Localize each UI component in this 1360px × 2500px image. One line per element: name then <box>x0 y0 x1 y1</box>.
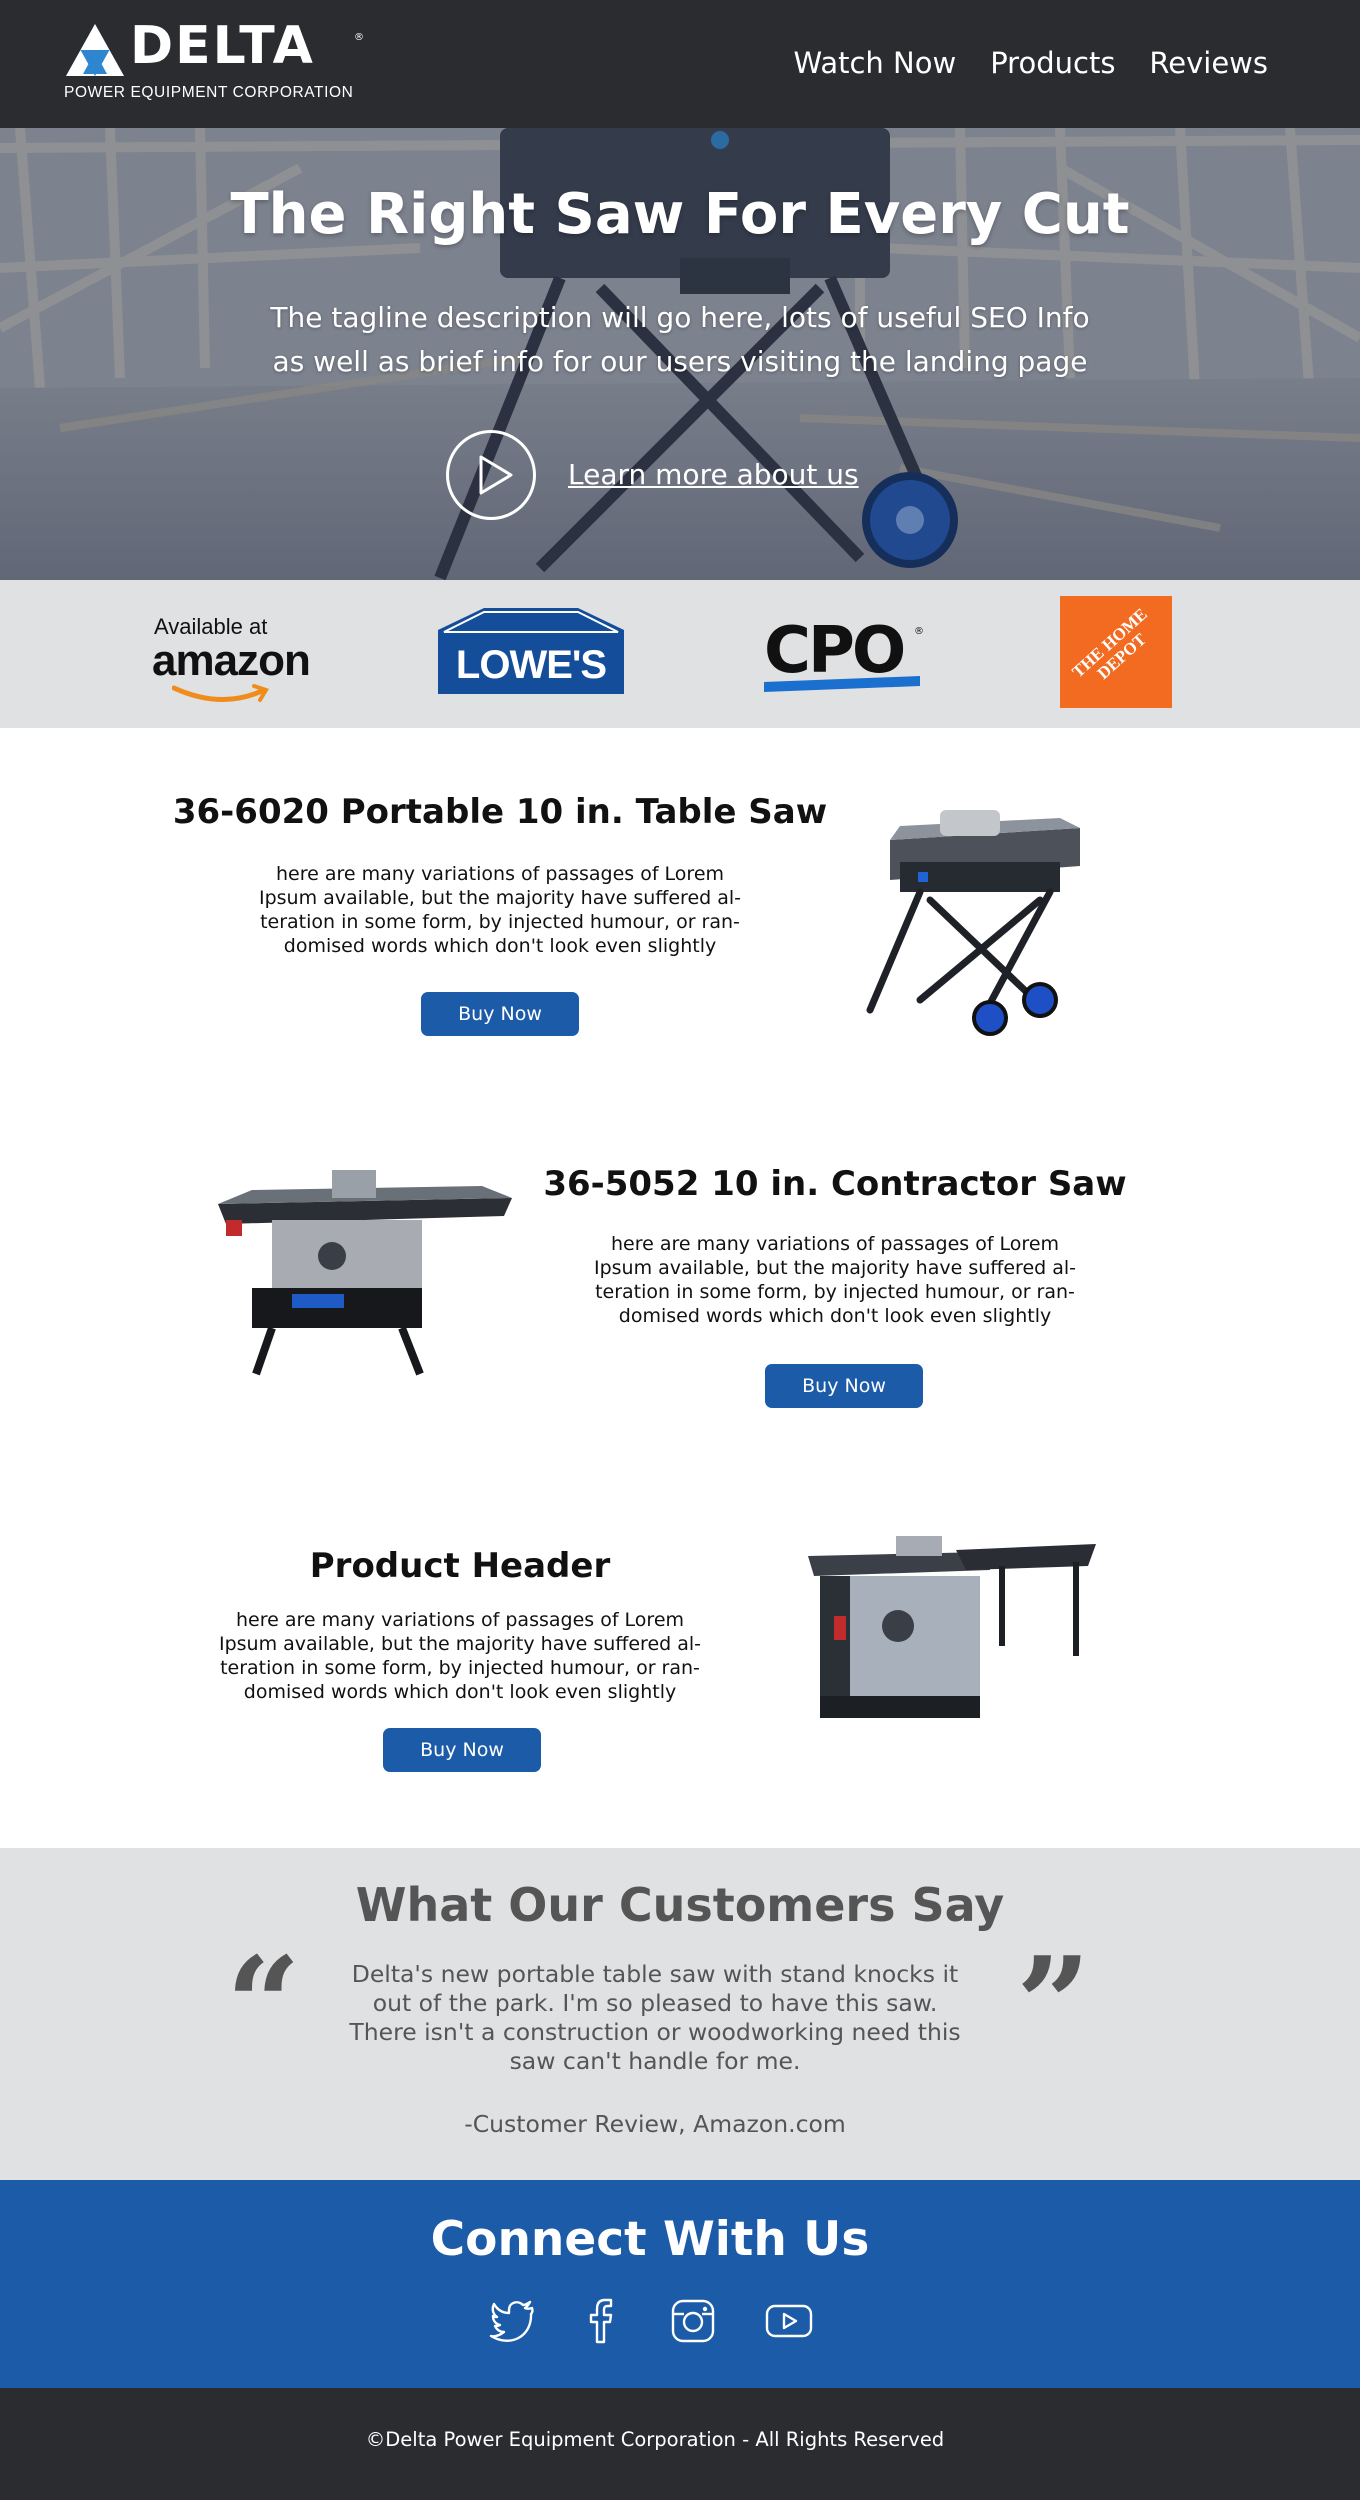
delta-logo[interactable]: DELTA ® POWER EQUIPMENT CORPORATION <box>64 16 384 106</box>
description-line: here are many variations of passages of … <box>610 1233 1060 1255</box>
instagram-icon[interactable] <box>668 2296 718 2346</box>
quote-line: out of the park. I'm so pleased to have … <box>372 1989 938 2017</box>
logo-subtitle: POWER EQUIPMENT CORPORATION <box>64 84 354 101</box>
testimonial-source: -Customer Review, Amazon.com <box>464 2110 846 2138</box>
connect-heading: Connect With Us <box>430 2212 870 2267</box>
product-3-buy-button[interactable]: Buy Now <box>383 1728 541 1772</box>
nav-products[interactable]: Products <box>990 46 1115 80</box>
home-depot-wordmark: THE HOME DEPOT <box>1068 604 1151 683</box>
description-line: teration in some form, by injected humou… <box>595 1281 1075 1303</box>
logo-wordmark: DELTA <box>130 16 315 76</box>
product-3-description: here are many variations of passages of … <box>180 1608 740 1704</box>
description-line: domised words which don't look even slig… <box>283 935 717 957</box>
hero-tagline-line: as well as brief info for our users visi… <box>272 345 1088 378</box>
lowes-logo[interactable]: LOWE'S <box>438 608 624 694</box>
registered-mark: ® <box>354 32 364 43</box>
hero-tagline-line: The tagline description will go here, lo… <box>270 301 1090 334</box>
lowes-wordmark: LOWE'S <box>456 643 606 687</box>
nav-reviews[interactable]: Reviews <box>1149 46 1268 80</box>
nav-watch-now[interactable]: Watch Now <box>794 46 957 80</box>
description-line: here are many variations of passages of … <box>275 863 725 885</box>
description-line: domised words which don't look even slig… <box>243 1681 677 1703</box>
youtube-icon[interactable] <box>764 2296 814 2346</box>
quote-line: Delta's new portable table saw with stan… <box>351 1960 959 1988</box>
svg-text:®: ® <box>914 626 924 637</box>
page-footer: ©Delta Power Equipment Corporation - All… <box>0 2388 1360 2500</box>
description-line: teration in some form, by injected humou… <box>220 1657 700 1679</box>
facebook-icon[interactable] <box>576 2296 626 2346</box>
product-3-saw-image[interactable] <box>806 1536 1096 1726</box>
main-nav: Watch Now Products Reviews <box>794 46 1268 80</box>
cpo-logo[interactable]: CPO ® <box>762 620 926 698</box>
learn-more-link[interactable]: Learn more about us <box>568 458 859 491</box>
quote-line: There isn't a construction or woodworkin… <box>349 2018 961 2046</box>
testimonial-quote: Delta's new portable table saw with stan… <box>330 1960 980 2076</box>
quote-line: saw can't handle for me. <box>509 2047 801 2075</box>
description-line: Ipsum available, but the majority have s… <box>593 1257 1077 1279</box>
product-1-description: here are many variations of passages of … <box>200 862 800 958</box>
top-navigation-bar: DELTA ® POWER EQUIPMENT CORPORATION Watc… <box>0 0 1360 128</box>
product-1-buy-button[interactable]: Buy Now <box>421 992 579 1036</box>
product-2-saw-image[interactable] <box>212 1164 512 1384</box>
description-line: teration in some form, by injected humou… <box>260 911 740 933</box>
close-quote-icon: ” <box>1016 1928 1091 2081</box>
home-depot-logo[interactable]: THE HOME DEPOT <box>1060 596 1172 708</box>
product-1-saw-image[interactable] <box>860 800 1100 1040</box>
retailer-strip: Available at amazon LOWE'S CPO ® THE HOM… <box>0 580 1360 728</box>
open-quote-icon: “ <box>226 1928 301 2081</box>
amazon-smile-icon <box>172 684 269 702</box>
hero-banner: The Right Saw For Every Cut The tagline … <box>0 128 1360 580</box>
product-2-title: 36-5052 10 in. Contractor Saw <box>543 1164 1127 1204</box>
amazon-logo[interactable]: Available at amazon <box>152 614 332 704</box>
play-video-button[interactable] <box>446 430 536 520</box>
connect-section: Connect With Us <box>0 2180 1360 2388</box>
description-line: domised words which don't look even slig… <box>618 1305 1052 1327</box>
product-1-title: 36-6020 Portable 10 in. Table Saw <box>172 792 828 832</box>
testimonial-section: What Our Customers Say “ ” Delta's new p… <box>0 1848 1360 2180</box>
delta-triangle-icon <box>66 24 124 76</box>
amazon-wordmark: amazon <box>152 636 311 685</box>
play-icon <box>479 455 513 495</box>
description-line: Ipsum available, but the majority have s… <box>218 1633 702 1655</box>
product-2-description: here are many variations of passages of … <box>545 1232 1125 1328</box>
product-3-title: Product Header <box>309 1546 611 1586</box>
hero-title: The Right Saw For Every Cut <box>230 182 1130 247</box>
twitter-icon[interactable] <box>488 2296 538 2346</box>
description-line: here are many variations of passages of … <box>235 1609 685 1631</box>
hero-tagline: The tagline description will go here, lo… <box>200 296 1160 384</box>
copyright-text: ©Delta Power Equipment Corporation - All… <box>365 2428 945 2451</box>
product-2-buy-button[interactable]: Buy Now <box>765 1364 923 1408</box>
testimonial-heading: What Our Customers Say <box>355 1878 1005 1932</box>
description-line: Ipsum available, but the majority have s… <box>258 887 742 909</box>
